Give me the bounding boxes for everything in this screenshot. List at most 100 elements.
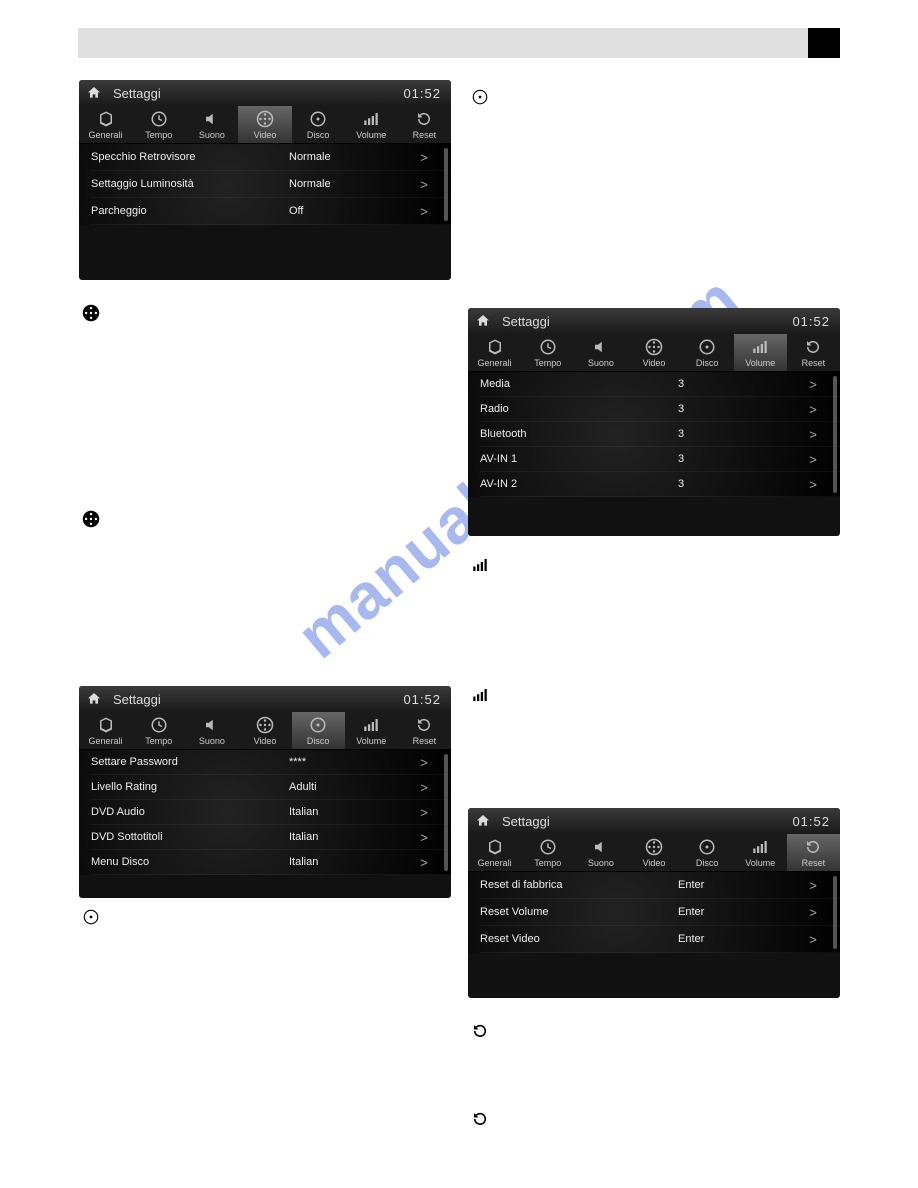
tab-label: Reset bbox=[802, 858, 826, 868]
tab-suono[interactable]: Suono bbox=[185, 712, 238, 749]
tab-volume[interactable]: Volume bbox=[345, 712, 398, 749]
tab-suono[interactable]: Suono bbox=[185, 106, 238, 143]
tab-tempo[interactable]: Tempo bbox=[132, 106, 185, 143]
tab-suono[interactable]: Suono bbox=[574, 834, 627, 871]
device-header: Settaggi01:52 bbox=[79, 80, 451, 106]
row-label: Reset di fabbrica bbox=[480, 879, 678, 891]
settings-row[interactable]: Specchio RetrovisoreNormale> bbox=[91, 144, 451, 171]
tab-label: Generali bbox=[478, 858, 512, 868]
row-label: Livello Rating bbox=[91, 781, 289, 793]
tab-disco[interactable]: Disco bbox=[681, 334, 734, 371]
tab-generali[interactable]: Generali bbox=[468, 834, 521, 871]
settings-row[interactable]: AV-IN 23> bbox=[480, 472, 840, 497]
settings-screen-volume: Settaggi01:52GeneraliTempoSuonoVideoDisc… bbox=[468, 308, 840, 536]
home-icon[interactable] bbox=[474, 812, 492, 830]
settings-row[interactable]: Livello RatingAdulti> bbox=[91, 775, 451, 800]
tab-video[interactable]: Video bbox=[627, 334, 680, 371]
row-value: 3 bbox=[678, 378, 786, 390]
settings-row[interactable]: Settaggio LuminositàNormale> bbox=[91, 171, 451, 198]
settings-row[interactable]: DVD AudioItalian> bbox=[91, 800, 451, 825]
tab-reset[interactable]: Reset bbox=[398, 106, 451, 143]
tab-tempo[interactable]: Tempo bbox=[132, 712, 185, 749]
row-label: Settaggio Luminosità bbox=[91, 178, 289, 190]
tab-label: Generali bbox=[89, 736, 123, 746]
tab-reset[interactable]: Reset bbox=[787, 334, 840, 371]
tab-video[interactable]: Video bbox=[238, 106, 291, 143]
tab-label: Tempo bbox=[145, 736, 172, 746]
settings-row[interactable]: Bluetooth3> bbox=[480, 422, 840, 447]
tab-label: Volume bbox=[745, 858, 775, 868]
tab-disco[interactable]: Disco bbox=[681, 834, 734, 871]
tab-label: Suono bbox=[199, 130, 225, 140]
tab-label: Volume bbox=[356, 736, 386, 746]
tab-label: Reset bbox=[802, 358, 826, 368]
tab-label: Suono bbox=[588, 358, 614, 368]
tab-generali[interactable]: Generali bbox=[468, 334, 521, 371]
settings-screen-disco: Settaggi01:52GeneraliTempoSuonoVideoDisc… bbox=[79, 686, 451, 898]
settings-row[interactable]: Menu DiscoItalian> bbox=[91, 850, 451, 875]
reel-icon bbox=[255, 716, 275, 734]
volume-bars-icon bbox=[471, 686, 489, 704]
row-value: Adulti bbox=[289, 781, 397, 793]
settings-row[interactable]: Reset VolumeEnter> bbox=[480, 899, 840, 926]
tab-reset[interactable]: Reset bbox=[398, 712, 451, 749]
tab-volume[interactable]: Volume bbox=[734, 334, 787, 371]
clock-icon bbox=[149, 716, 169, 734]
home-icon[interactable] bbox=[474, 312, 492, 330]
chevron-right-icon: > bbox=[786, 477, 840, 492]
tab-bar: Generali Tempo Suono Video DiscoVolume Reset bbox=[79, 106, 451, 144]
home-icon[interactable] bbox=[85, 690, 103, 708]
row-value: 3 bbox=[678, 428, 786, 440]
row-label: Radio bbox=[480, 403, 678, 415]
chevron-right-icon: > bbox=[397, 855, 451, 870]
disc-icon bbox=[697, 338, 717, 356]
settings-row[interactable]: Media3> bbox=[480, 372, 840, 397]
scrollbar[interactable] bbox=[833, 376, 837, 493]
disc-icon bbox=[82, 908, 100, 926]
tab-video[interactable]: Video bbox=[627, 834, 680, 871]
tab-bar: Generali Tempo Suono VideoDiscoVolume Reset bbox=[468, 334, 840, 372]
chevron-right-icon: > bbox=[397, 805, 451, 820]
tab-suono[interactable]: Suono bbox=[574, 334, 627, 371]
settings-row[interactable]: AV-IN 13> bbox=[480, 447, 840, 472]
chevron-right-icon: > bbox=[786, 427, 840, 442]
tab-volume[interactable]: Volume bbox=[734, 834, 787, 871]
scrollbar[interactable] bbox=[444, 148, 448, 221]
tab-label: Video bbox=[254, 130, 277, 140]
settings-row[interactable]: ParcheggioOff> bbox=[91, 198, 451, 225]
row-value: Normale bbox=[289, 151, 397, 163]
row-label: DVD Sottotitoli bbox=[91, 831, 289, 843]
tab-label: Generali bbox=[478, 358, 512, 368]
chevron-right-icon: > bbox=[786, 932, 840, 947]
settings-row[interactable]: Reset VideoEnter> bbox=[480, 926, 840, 953]
tab-generali[interactable]: Generali bbox=[79, 712, 132, 749]
tab-label: Suono bbox=[588, 858, 614, 868]
reset-icon bbox=[803, 838, 823, 856]
row-value: Italian bbox=[289, 831, 397, 843]
tab-volume[interactable]: Volume bbox=[345, 106, 398, 143]
page-header-tab bbox=[808, 28, 840, 58]
tab-video[interactable]: Video bbox=[238, 712, 291, 749]
settings-row[interactable]: Settare Password****> bbox=[91, 750, 451, 775]
tab-label: Reset bbox=[413, 736, 437, 746]
tab-label: Tempo bbox=[145, 130, 172, 140]
settings-row[interactable]: Radio3> bbox=[480, 397, 840, 422]
home-icon[interactable] bbox=[85, 84, 103, 102]
tab-tempo[interactable]: Tempo bbox=[521, 834, 574, 871]
tab-label: Reset bbox=[413, 130, 437, 140]
chevron-right-icon: > bbox=[397, 177, 451, 192]
chevron-right-icon: > bbox=[786, 905, 840, 920]
tab-disco[interactable]: Disco bbox=[292, 712, 345, 749]
row-value: Enter bbox=[678, 906, 786, 918]
settings-row[interactable]: Reset di fabbricaEnter> bbox=[480, 872, 840, 899]
tab-reset[interactable]: Reset bbox=[787, 834, 840, 871]
tab-label: Disco bbox=[696, 858, 719, 868]
cube-icon bbox=[96, 716, 116, 734]
tab-disco[interactable]: Disco bbox=[292, 106, 345, 143]
settings-row[interactable]: DVD SottotitoliItalian> bbox=[91, 825, 451, 850]
scrollbar[interactable] bbox=[444, 754, 448, 871]
scrollbar[interactable] bbox=[833, 876, 837, 949]
tab-tempo[interactable]: Tempo bbox=[521, 334, 574, 371]
tab-generali[interactable]: Generali bbox=[79, 106, 132, 143]
row-value: Normale bbox=[289, 178, 397, 190]
